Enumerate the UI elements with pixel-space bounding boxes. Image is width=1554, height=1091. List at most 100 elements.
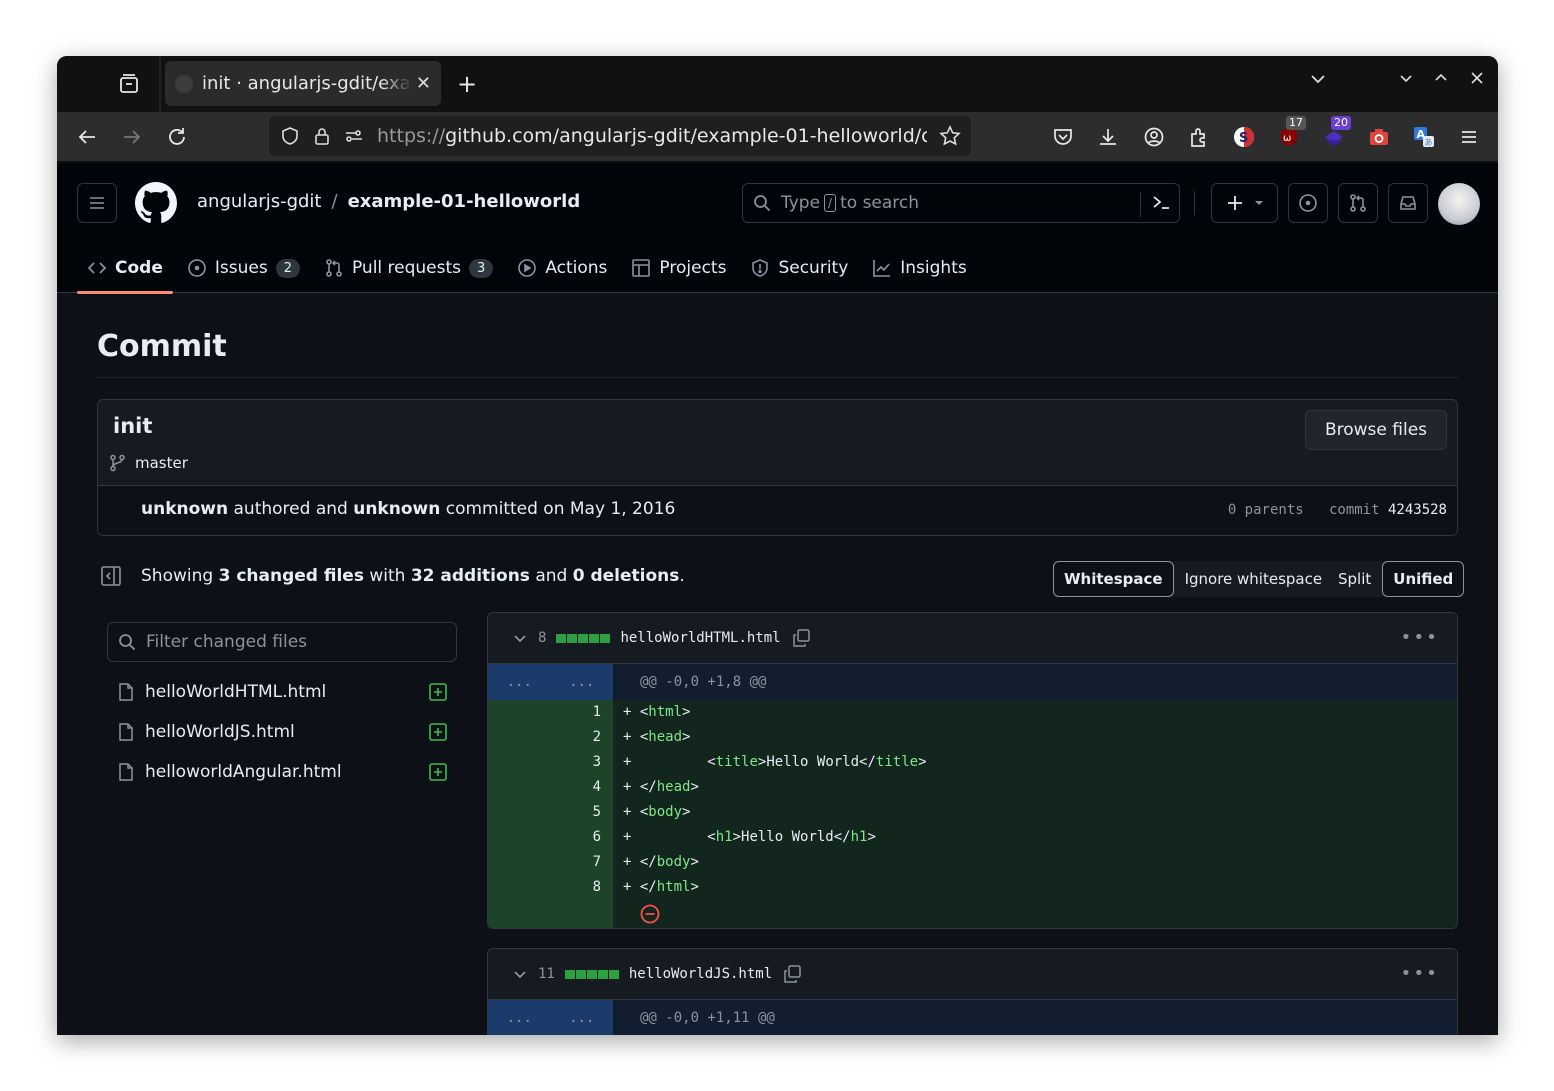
tab-actions[interactable]: Actions <box>507 243 617 293</box>
no-newline-row <box>488 900 1457 928</box>
inbox-button[interactable] <box>1388 183 1428 223</box>
owner-link[interactable]: angularjs-gdit <box>197 191 322 212</box>
author-name[interactable]: unknown <box>141 499 228 519</box>
hunk-gutter-left: ... <box>506 674 532 690</box>
line-number[interactable]: 6 <box>488 825 613 850</box>
committer-name[interactable]: unknown <box>353 499 440 519</box>
pull-requests-button[interactable] <box>1338 183 1378 223</box>
file-tree-item[interactable]: helloworldAngular.html <box>107 752 457 792</box>
copy-icon[interactable] <box>791 628 811 648</box>
branch-name[interactable]: master <box>135 454 188 472</box>
download-icon[interactable] <box>1095 124 1121 150</box>
screenshot-icon[interactable] <box>1366 124 1392 150</box>
line-number[interactable]: 3 <box>488 750 613 775</box>
url-bar[interactable]: https://github.com/angularjs-gdit/exampl… <box>269 116 971 156</box>
search-input[interactable]: Type / to search <box>742 183 1180 223</box>
user-avatar[interactable] <box>1438 183 1480 225</box>
sidebar-toggle-icon[interactable] <box>117 72 141 96</box>
issues-button[interactable] <box>1288 183 1328 223</box>
url-text[interactable]: https://github.com/angularjs-gdit/exampl… <box>377 125 927 147</box>
pull-request-icon <box>1350 194 1366 212</box>
header-divider <box>1194 191 1195 215</box>
tab-insights[interactable]: Insights <box>862 243 976 293</box>
tab-code[interactable]: Code <box>77 243 173 294</box>
tab-close-icon[interactable]: ✕ <box>416 73 431 94</box>
hunk-expand[interactable]: ...... <box>488 1000 613 1035</box>
tab-list-chevron-icon[interactable] <box>1309 70 1327 93</box>
file-tree-toggle-icon[interactable] <box>100 565 122 591</box>
table-icon <box>631 258 651 278</box>
maximize-icon[interactable] <box>1433 70 1449 91</box>
line-number[interactable]: 8 <box>488 875 613 900</box>
svg-text:ω: ω <box>1283 133 1291 144</box>
ignore-whitespace-option[interactable]: Ignore whitespace <box>1174 561 1334 597</box>
tab-pull-requests[interactable]: Pull requests 3 <box>314 243 503 293</box>
line-number[interactable]: 4 <box>488 775 613 800</box>
file-name: helloworldAngular.html <box>145 762 342 782</box>
more-options-icon[interactable]: ••• <box>1400 963 1439 984</box>
line-number[interactable]: 7 <box>488 850 613 875</box>
s-extension-icon[interactable]: S <box>1231 124 1257 150</box>
new-tab-button[interactable]: + <box>457 70 477 98</box>
diff-header: 11 helloWorldJS.html ••• <box>488 949 1457 1000</box>
file-added-icon <box>429 763 447 781</box>
svg-text:あ: あ <box>1425 138 1433 147</box>
copy-icon[interactable] <box>782 964 802 984</box>
diff-summary-bar: Showing 3 changed files with 32 addition… <box>97 559 1465 599</box>
whitespace-option[interactable]: Whitespace <box>1053 561 1174 597</box>
search-icon <box>119 634 136 651</box>
browse-files-button[interactable]: Browse files <box>1305 410 1447 450</box>
github-header: angularjs-gdit / example-01-helloworld T… <box>57 163 1498 294</box>
bookmark-star-icon[interactable] <box>939 125 961 147</box>
create-new-button[interactable] <box>1211 183 1278 223</box>
split-option[interactable]: Split <box>1327 561 1382 597</box>
diff-file-name[interactable]: helloWorldJS.html <box>629 966 772 982</box>
diff-line: 2 + <head> <box>488 725 1457 750</box>
tab-issues[interactable]: Issues 2 <box>177 243 310 293</box>
file-icon <box>119 723 133 741</box>
lock-icon[interactable] <box>311 125 333 147</box>
reload-icon[interactable] <box>164 124 190 150</box>
diff-file-name[interactable]: helloWorldHTML.html <box>620 630 780 646</box>
line-number[interactable]: 1 <box>488 700 613 725</box>
tab-projects[interactable]: Projects <box>621 243 736 293</box>
command-palette-icon[interactable] <box>1140 192 1171 217</box>
unified-option[interactable]: Unified <box>1382 561 1465 597</box>
branch-info: master <box>109 454 188 472</box>
collapse-chevron-icon[interactable] <box>512 630 528 646</box>
commit-message: init <box>113 414 153 438</box>
repo-link[interactable]: example-01-helloworld <box>348 191 581 212</box>
line-number[interactable]: 5 <box>488 800 613 825</box>
file-tree-item[interactable]: helloWorldHTML.html <box>107 672 457 712</box>
menu-icon[interactable] <box>1456 124 1482 150</box>
account-icon[interactable] <box>1141 124 1167 150</box>
page-title: Commit <box>97 329 227 364</box>
browser-tab-active[interactable]: init · angularjs-gdit/example-01-hellowo… <box>165 61 441 106</box>
back-icon[interactable] <box>74 124 100 150</box>
ublock-icon[interactable]: ω 17 <box>1276 116 1306 150</box>
forward-icon[interactable] <box>119 124 145 150</box>
stack-extension-icon[interactable]: 20 <box>1321 116 1351 150</box>
close-window-icon[interactable] <box>1469 70 1485 91</box>
translate-icon[interactable]: Aあ <box>1411 124 1437 150</box>
code-icon <box>87 258 107 278</box>
filter-files-input[interactable]: Filter changed files <box>107 622 457 662</box>
tab-security[interactable]: Security <box>740 243 858 293</box>
more-options-icon[interactable]: ••• <box>1400 627 1439 648</box>
global-menu-button[interactable] <box>77 183 117 223</box>
line-number[interactable]: 2 <box>488 725 613 750</box>
search-shortcut-key: / <box>824 194 837 212</box>
hunk-expand[interactable]: ...... <box>488 664 613 700</box>
diff-summary-text: Showing 3 changed files with 32 addition… <box>141 566 685 586</box>
permissions-icon[interactable] <box>343 125 365 147</box>
extensions-icon[interactable] <box>1186 124 1212 150</box>
shield-icon <box>750 258 770 278</box>
github-logo-icon[interactable] <box>135 182 177 224</box>
diff-view-toggle: Split Unified <box>1327 561 1465 597</box>
pocket-icon[interactable] <box>1050 124 1076 150</box>
collapse-chevron-icon[interactable] <box>512 966 528 982</box>
tracking-shield-icon[interactable] <box>279 125 301 147</box>
file-tree-item[interactable]: helloWorldJS.html <box>107 712 457 752</box>
minimize-icon[interactable] <box>1398 70 1414 91</box>
summary-deletions: 0 deletions <box>572 566 680 586</box>
